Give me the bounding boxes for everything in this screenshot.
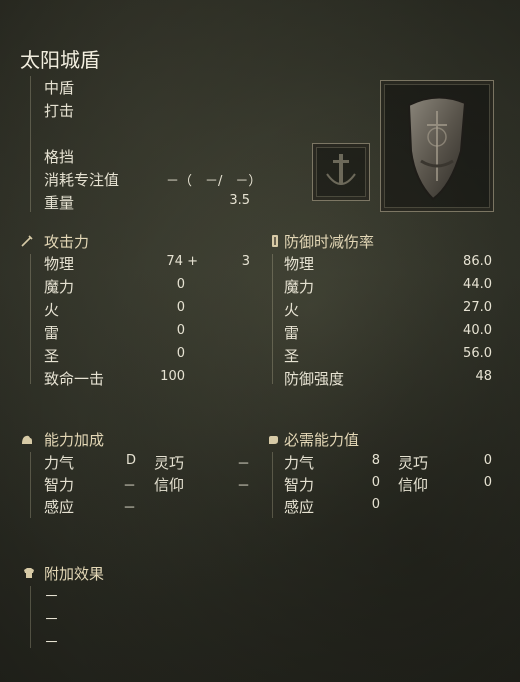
scaling-dexterity-label: 灵巧 [154, 454, 185, 472]
attack-divider [30, 254, 31, 384]
attack-row-label: 致命一击 [44, 370, 105, 388]
effect-line: － [44, 610, 60, 628]
guard-label: 格挡 [44, 148, 75, 166]
defense-row-label: 圣 [284, 347, 300, 365]
defense-row-value: 56.0 [463, 346, 492, 361]
attack-row-value: 0 [176, 277, 185, 292]
scaling-title: 能力加成 [44, 431, 105, 449]
scaling-arcane-label: 感应 [44, 498, 75, 516]
attack-row-label: 物理 [44, 255, 75, 273]
effect-line: － [44, 633, 60, 651]
defense-title: 防御时减伤率 [284, 233, 375, 251]
scaling-faith-value: － [236, 479, 250, 494]
requirements-arcane-value: 0 [371, 497, 380, 512]
defense-row-label: 防御强度 [284, 370, 345, 388]
requirements-faith-value: 0 [483, 475, 492, 490]
attack-row-label: 火 [44, 301, 60, 319]
hand-icon [269, 436, 278, 444]
scaling-strength-value: D [125, 453, 136, 468]
weight-value: 3.5 [229, 193, 250, 208]
shield-icon [272, 235, 278, 247]
scaling-dexterity-value: － [236, 457, 250, 472]
attack-row-label: 雷 [44, 324, 60, 342]
scaling-intelligence-label: 智力 [44, 476, 75, 494]
requirements-dexterity-label: 灵巧 [398, 454, 429, 472]
attack-row-label: 魔力 [44, 278, 75, 296]
attack-row-value: 0 [176, 300, 185, 315]
item-name: 太阳城盾 [20, 48, 100, 72]
fp-cost-label: 消耗专注值 [44, 171, 120, 189]
ash-of-war-slot[interactable] [312, 143, 370, 201]
attack-row-value: 100 [160, 369, 185, 384]
scaling-divider [30, 452, 31, 518]
shield-image [407, 96, 467, 201]
weight-label: 重量 [44, 194, 75, 212]
scaling-arcane-value: － [122, 501, 136, 516]
attack-title: 攻击力 [44, 233, 90, 251]
attack-row-value: 0 [176, 346, 185, 361]
scaling-strength-label: 力气 [44, 454, 75, 472]
requirements-divider [272, 452, 273, 518]
defense-row-label: 物理 [284, 255, 315, 273]
effect-line: － [44, 587, 60, 605]
requirements-strength-value: 8 [371, 453, 380, 468]
scaling-intelligence-value: － [122, 479, 136, 494]
requirements-arcane-label: 感应 [284, 498, 315, 516]
effects-title: 附加效果 [44, 565, 105, 583]
requirements-intelligence-label: 智力 [284, 476, 315, 494]
defense-row-label: 雷 [284, 324, 300, 342]
fp-cost-value: －（ －/ －） [166, 174, 262, 189]
sword-icon [21, 235, 33, 247]
attack-row-value: 74 + [166, 254, 198, 269]
attack-row-bonus: 3 [241, 254, 250, 269]
defense-row-label: 火 [284, 301, 300, 319]
requirements-strength-label: 力气 [284, 454, 315, 472]
requirements-dexterity-value: 0 [483, 453, 492, 468]
sword-emblem-icon [326, 154, 356, 185]
armor-icon [24, 568, 34, 578]
attack-row-label: 圣 [44, 347, 60, 365]
arm-icon [22, 435, 32, 444]
requirements-faith-label: 信仰 [398, 476, 429, 494]
header-divider [30, 76, 31, 212]
defense-row-value: 44.0 [463, 277, 492, 292]
defense-row-value: 27.0 [463, 300, 492, 315]
attack-row-value: 0 [176, 323, 185, 338]
defense-row-label: 魔力 [284, 278, 315, 296]
scaling-faith-label: 信仰 [154, 476, 185, 494]
attack-type: 打击 [44, 102, 75, 120]
defense-divider [272, 254, 273, 384]
effects-divider [30, 586, 31, 648]
defense-row-value: 86.0 [463, 254, 492, 269]
item-image-frame [380, 80, 494, 212]
requirements-title: 必需能力值 [284, 431, 360, 449]
item-type: 中盾 [44, 79, 75, 97]
defense-row-value: 40.0 [463, 323, 492, 338]
requirements-intelligence-value: 0 [371, 475, 380, 490]
defense-row-value: 48 [475, 369, 492, 384]
